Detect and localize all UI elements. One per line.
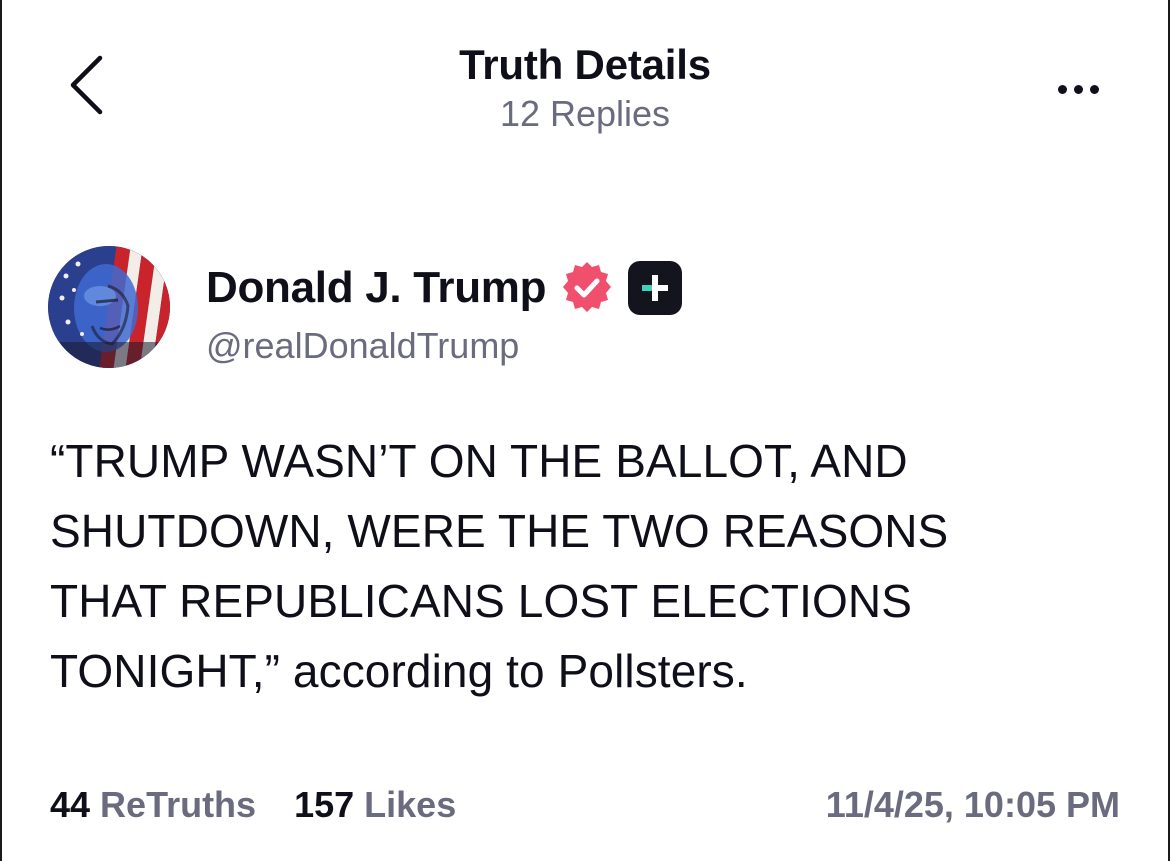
name-row: Donald J. Trump	[206, 259, 683, 317]
post-text-line: “TRUMP WASN’T ON THE BALLOT, AND	[50, 435, 908, 487]
retruths-label: ReTruths	[100, 784, 257, 825]
plus-badge-icon	[628, 261, 683, 315]
post-text: “TRUMP WASN’T ON THE BALLOT, AND SHUTDOW…	[50, 426, 1130, 706]
likes-stat[interactable]: 157 Likes	[294, 784, 456, 826]
ellipsis-dot	[1073, 84, 1083, 94]
avatar[interactable]	[48, 246, 170, 368]
verified-check-icon	[558, 259, 616, 317]
display-name[interactable]: Donald J. Trump	[206, 263, 547, 313]
avatar-flag-portrait-icon	[48, 246, 170, 368]
ellipsis-dot	[1089, 84, 1099, 94]
more-options-button[interactable]	[1048, 74, 1108, 104]
likes-label: Likes	[364, 784, 457, 825]
replies-count[interactable]: 12 Replies	[0, 92, 1170, 136]
likes-count: 157	[294, 784, 355, 825]
post-stats: 44 ReTruths 157 Likes 11/4/25, 10:05 PM	[50, 782, 1120, 828]
page-title: Truth Details	[459, 41, 711, 88]
post-text-line: TONIGHT,” according to Pollsters.	[50, 645, 748, 697]
ellipsis-icon	[1057, 84, 1067, 94]
top-nav-bar: Truth Details 12 Replies	[0, 0, 1170, 150]
post-text-line: THAT REPUBLICANS LOST ELECTIONS	[50, 575, 912, 627]
retruths-stat[interactable]: 44 ReTruths	[50, 784, 256, 826]
author-info: Donald J. Trump @realDonaldTrump	[206, 259, 683, 368]
header-title-group: Truth Details 12 Replies	[0, 40, 1170, 136]
user-handle[interactable]: @realDonaldTrump	[206, 324, 682, 368]
post-text-line: SHUTDOWN, WERE THE TWO REASONS	[50, 505, 949, 557]
post-author: Donald J. Trump @realDonaldTrump	[48, 246, 683, 370]
post-timestamp: 11/4/25, 10:05 PM	[825, 784, 1120, 825]
retruths-count: 44	[50, 784, 91, 825]
